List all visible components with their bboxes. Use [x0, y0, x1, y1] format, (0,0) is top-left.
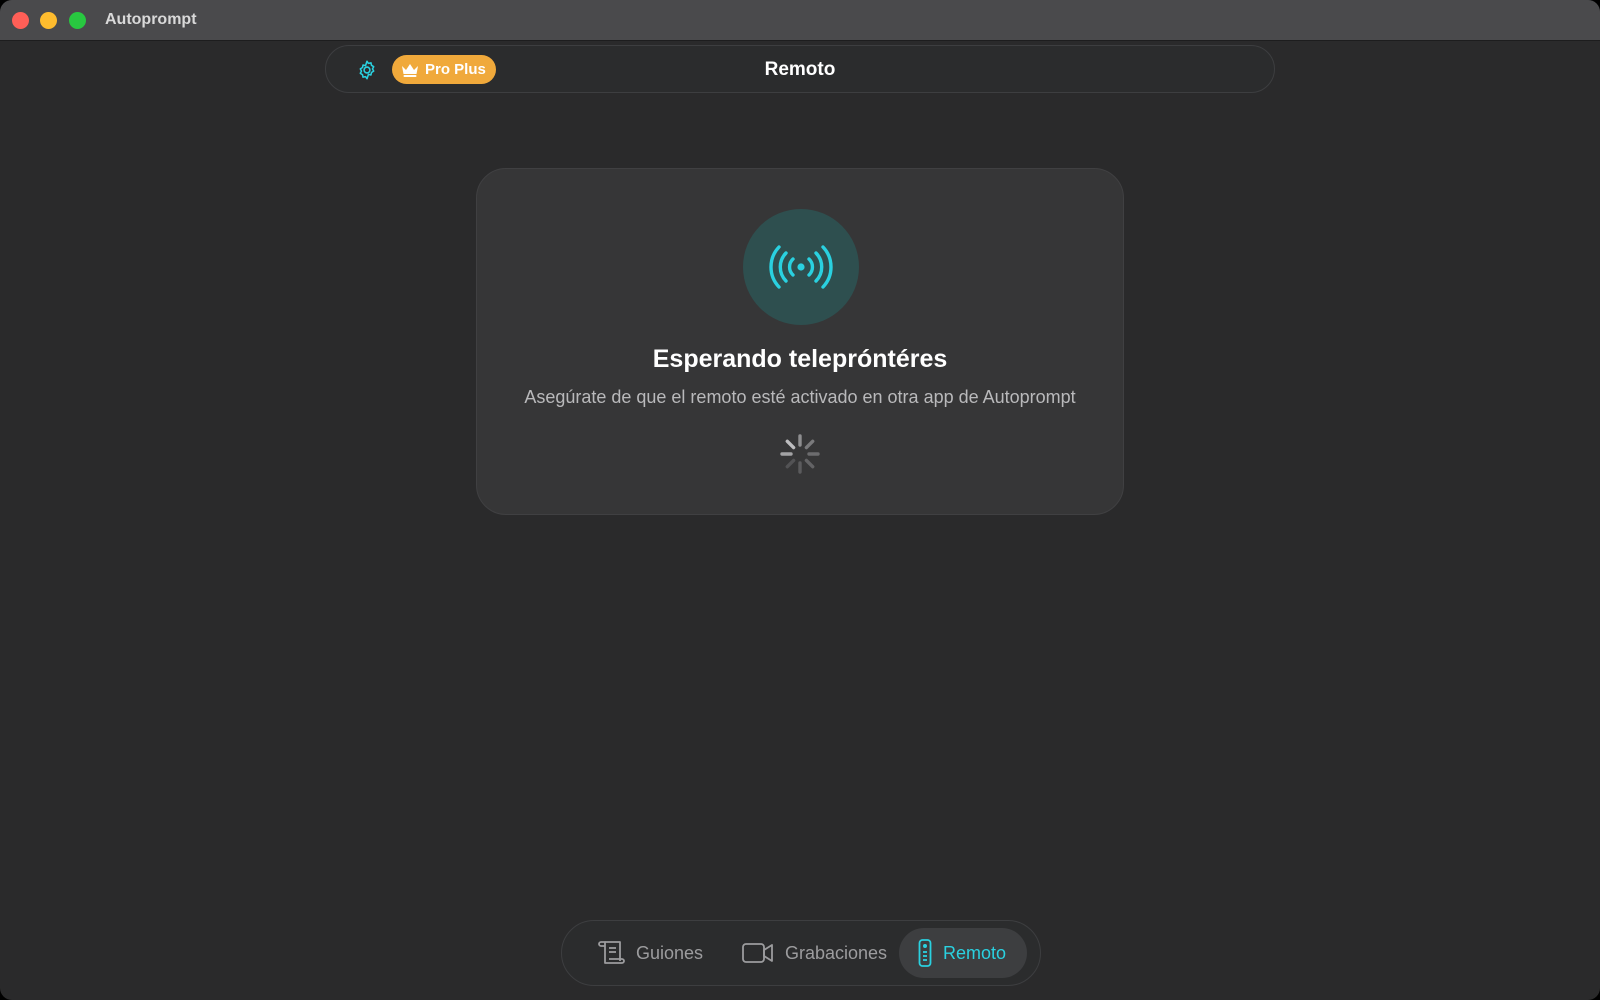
video-camera-icon [742, 943, 773, 963]
tab-guiones[interactable]: Guiones [592, 928, 707, 978]
app-window: Autoprompt Pro Plus Remoto Esperando tel… [0, 0, 1600, 1000]
tab-guiones-label: Guiones [636, 942, 704, 963]
bottom-tab-bar: Guiones Grabaciones Remoto [561, 920, 1041, 986]
title-bar[interactable]: Autoprompt [0, 0, 1600, 41]
signal-badge [743, 209, 859, 325]
close-window-button[interactable] [12, 12, 29, 29]
window-title: Autoprompt [105, 11, 197, 28]
maximize-window-button[interactable] [69, 12, 86, 29]
broadcast-signal-icon [769, 245, 833, 289]
tab-grabaciones-label: Grabaciones [785, 942, 888, 963]
minimize-window-button[interactable] [40, 12, 57, 29]
page-title: Remoto [764, 59, 836, 80]
tab-grabaciones[interactable]: Grabaciones [737, 928, 891, 978]
loading-spinner-icon [780, 434, 820, 474]
waiting-title: Esperando telepróntéres [652, 345, 948, 373]
tab-remoto[interactable]: Remoto [899, 928, 1027, 978]
waiting-card: Esperando telepróntéres Asegúrate de que… [476, 168, 1124, 515]
script-scroll-icon [598, 941, 625, 964]
remote-control-icon [918, 939, 932, 967]
tab-remoto-label: Remoto [943, 942, 1007, 963]
waiting-subtitle: Asegúrate de que el remoto esté activado… [524, 387, 1076, 407]
header-bar: Pro Plus Remoto [325, 45, 1275, 93]
